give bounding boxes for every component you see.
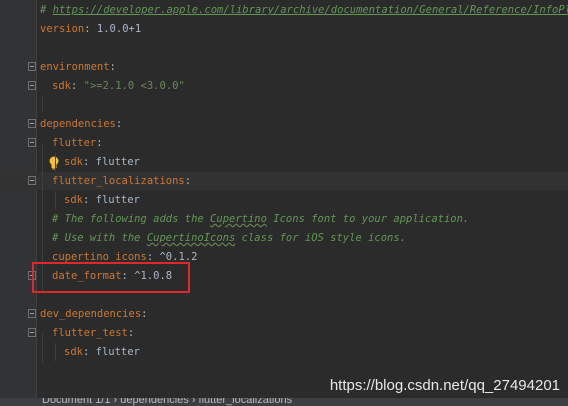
yaml-value: flutter (89, 194, 140, 206)
highlight-box (32, 262, 190, 293)
code-line: sdk: flutter (0, 191, 568, 209)
comment-word: Cupertino (210, 213, 267, 225)
code-editor[interactable]: # https://developer.apple.com/library/ar… (0, 0, 568, 398)
code-line: dev_dependencies: (0, 305, 568, 323)
fold-toggle-icon[interactable] (28, 176, 36, 185)
breadcrumb: Document 1/1 › dependencies › flutter_lo… (42, 398, 293, 406)
yaml-value: ">=2.1.0 <3.0.0" (77, 80, 185, 92)
fold-toggle-icon[interactable] (28, 138, 36, 147)
indent-guide (55, 191, 56, 209)
breadcrumb-statusbar: Document 1/1 › dependencies › flutter_lo… (0, 398, 568, 406)
colon: : (109, 61, 116, 73)
code-line: version: 1.0.0+1 (0, 20, 568, 38)
fold-toggle-icon[interactable] (28, 81, 36, 90)
yaml-key: flutter (52, 137, 97, 149)
comment-text: Icons font to your application. (266, 213, 470, 225)
colon: : (184, 175, 192, 187)
yaml-key: sdk (52, 80, 71, 92)
code-line: flutter_test: (0, 324, 568, 342)
yaml-key: sdk (64, 346, 83, 358)
fold-toggle-icon[interactable] (28, 119, 36, 128)
comment-text: # Use with the (52, 232, 147, 244)
code-line: # The following adds the Cupertino Icons… (0, 210, 568, 228)
comment-text: # The following adds the (52, 213, 211, 225)
yaml-value: flutter (89, 346, 140, 358)
comment-hash: # (40, 4, 53, 16)
yaml-value: 1.0.0+1 (90, 23, 142, 35)
indent-guide (42, 333, 43, 363)
fold-toggle-icon[interactable] (28, 309, 36, 318)
code-line: flutter: (0, 134, 568, 152)
lightbulb-icon[interactable] (48, 156, 60, 170)
comment-text: class for iOS style icons. (235, 232, 407, 244)
indent-guide (42, 96, 43, 112)
yaml-key: version (40, 23, 85, 35)
code-line: environment: (0, 58, 568, 76)
colon: : (96, 137, 103, 149)
comment-word: CupertinoIcons (146, 232, 236, 244)
code-line: sdk: ">=2.1.0 <3.0.0" (0, 77, 568, 95)
code-line: dependencies: (0, 115, 568, 133)
code-line-current: flutter_localizations: (0, 172, 568, 190)
code-line: # https://developer.apple.com/library/ar… (0, 1, 568, 19)
yaml-key: environment (40, 61, 110, 73)
yaml-key: flutter_test (52, 327, 128, 339)
comment-url-link[interactable]: https://developer.apple.com/library/arch… (53, 4, 568, 16)
yaml-key: flutter_localizations (52, 175, 185, 187)
yaml-value: flutter (89, 156, 140, 168)
colon: : (127, 327, 135, 339)
colon: : (141, 308, 148, 320)
yaml-key: sdk (64, 194, 83, 206)
indent-guide (55, 343, 56, 361)
code-line: sdk: flutter (0, 153, 568, 171)
code-line: # Use with the CupertinoIcons class for … (0, 229, 568, 247)
yaml-key: dev_dependencies (40, 308, 142, 320)
fold-toggle-icon[interactable] (28, 62, 36, 71)
watermark: https://blog.csdn.net/qq_27494201 (329, 377, 560, 394)
code-line: sdk: flutter (0, 343, 568, 361)
indent-guide (55, 153, 56, 171)
fold-toggle-icon[interactable] (28, 328, 36, 337)
yaml-key: sdk (64, 156, 83, 168)
colon: : (115, 118, 123, 130)
yaml-key: dependencies (40, 118, 116, 130)
